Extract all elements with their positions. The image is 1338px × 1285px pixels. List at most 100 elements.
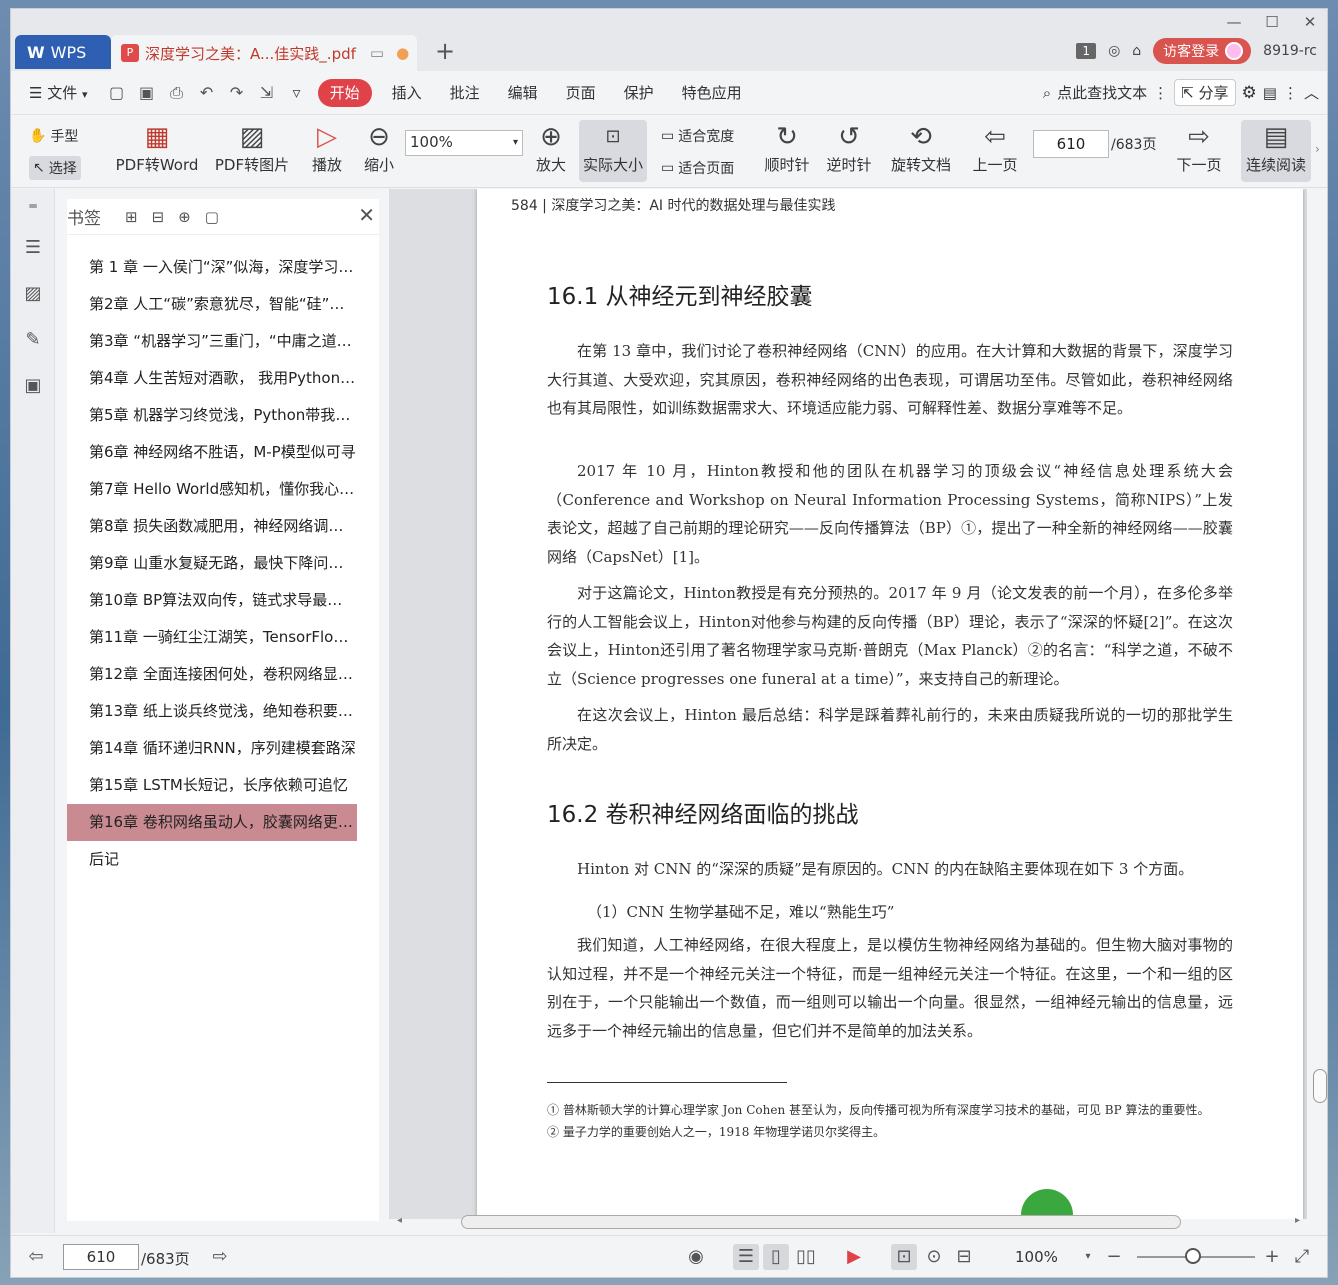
fit-width-button[interactable]: ▭ 适合宽度 [661,126,734,146]
actual-size-status-icon[interactable]: ⊡ [891,1244,917,1270]
rotate-clockwise-button[interactable]: ↻ 顺时针 [759,120,815,175]
more-vertical-icon[interactable]: ⋮ [1153,84,1168,102]
vertical-scrollbar[interactable] [1313,1069,1327,1103]
add-bookmark-icon[interactable]: ⊕ [178,208,191,226]
skin-icon[interactable]: ⌂ [1132,43,1141,59]
find-text-box[interactable]: ⌕ 点此查找文本 ⋮ ⇱ 分享 ⚙ ▤ ⋮ ︿ [1043,79,1327,106]
tab-start[interactable]: 开始 [317,78,372,107]
share-button[interactable]: ⇱ 分享 [1174,79,1236,106]
bookmark-item[interactable]: 第14章 循环递归RNN，序列建模套路深 [67,730,357,767]
play-slideshow-icon[interactable]: ▶ [841,1244,867,1270]
page-number-input[interactable]: 610 [1033,130,1109,158]
attachment-icon[interactable]: ▣ [21,375,45,399]
continuous-mode-icon[interactable]: ☰ [733,1244,759,1270]
status-page-input[interactable]: 610 [63,1244,139,1270]
tab-annotate[interactable]: 批注 [436,79,494,107]
single-page-icon[interactable]: ▯ [763,1244,789,1270]
hscroll-right-arrow-icon[interactable]: ▸ [1295,1215,1300,1226]
file-menu[interactable]: ☰ 文件 ▾ [11,79,102,107]
pdf-to-word-button[interactable]: ▦ PDF转Word [111,120,203,175]
guest-login-button[interactable]: 访客登录 [1153,38,1252,64]
wps-home-tab[interactable]: W WPS [15,35,111,69]
close-window-icon[interactable]: ✕ [1297,13,1323,33]
zoom-select[interactable]: 100% ▾ [405,130,523,156]
pdf-to-image-button[interactable]: ▨ PDF转图片 [211,120,293,175]
redo-icon[interactable]: ↷ [222,83,252,102]
eye-protection-icon[interactable]: ◉ [683,1244,709,1270]
bookmark-item[interactable]: 第9章 山重水复疑无路，最快下降问梯度 [67,545,357,582]
two-page-icon[interactable]: ▯▯ [793,1244,819,1270]
expand-all-icon[interactable]: ⊞ [125,208,138,226]
print-icon[interactable]: ⎙ [162,83,192,103]
bookmark-item[interactable]: 第16章 卷积网络虽动人，胶囊网络更传“... [67,804,357,841]
close-icon[interactable]: ✕ [358,203,375,227]
fit-width-status-icon[interactable]: ⊟ [951,1244,977,1270]
zoom-in-button[interactable]: ⊕ 放大 [531,120,571,175]
monitor-icon[interactable]: ▭ [370,44,384,62]
bookmark-item[interactable]: 第13章 纸上谈兵终觉浅，绝知卷积要编程 [67,693,357,730]
bookmark-item[interactable]: 第12章 全面连接困何处，卷积网络显神威 [67,656,357,693]
document-view[interactable]: 584 | 深度学习之美：AI 时代的数据处理与最佳实践 16.1 从神经元到神… [389,189,1307,1219]
minimize-icon[interactable]: — [1221,13,1247,33]
bookmark-list-icon[interactable]: ☰ [21,237,45,261]
annotation-icon[interactable]: ✎ [21,329,45,353]
prev-page-arrow-icon[interactable]: ⇦ [23,1244,49,1270]
previous-page-button[interactable]: ⇦ 上一页 [969,120,1021,175]
bookmark-item[interactable]: 第8章 损失函数减肥用，神经网络调权重 [67,508,357,545]
zoom-minus-icon[interactable]: − [1101,1244,1127,1270]
maximize-icon[interactable]: ☐ [1259,13,1285,33]
zoom-dropdown-icon[interactable]: ▾ [1075,1244,1101,1270]
comment-icon[interactable]: ▤ [1263,84,1277,102]
window-count-badge[interactable]: 1 [1076,43,1097,59]
horizontal-scrollbar[interactable] [461,1215,1181,1229]
fit-page-status-icon[interactable]: ⊙ [921,1244,947,1270]
bookmark-item[interactable]: 后记 [67,841,357,878]
continuous-reading-button[interactable]: ▤ 连续阅读 [1241,120,1311,182]
bookmark-item[interactable]: 第7章 Hello World感知机，懂你我心才... [67,471,357,508]
next-page-button[interactable]: ⇨ 下一页 [1173,120,1225,175]
bookmark-item[interactable]: 第10章 BP算法双向传，链式求导最缠绵 [67,582,357,619]
zoom-slider-handle[interactable] [1185,1248,1201,1264]
bookmark-item[interactable]: 第3章 “机器学习”三重门，“中庸之道”趋... [67,323,357,360]
next-page-arrow-icon[interactable]: ⇨ [207,1244,233,1270]
tab-special[interactable]: 特色应用 [668,79,756,107]
save-icon[interactable]: ▣ [132,83,162,102]
tab-page[interactable]: 页面 [552,79,610,107]
fullscreen-icon[interactable]: ⤢ [1289,1244,1315,1270]
rotate-counterclockwise-button[interactable]: ↺ 逆时针 [821,120,877,175]
actual-size-button[interactable]: ⊡ 实际大小 [579,120,647,182]
collapse-all-icon[interactable]: ⊟ [152,208,165,226]
bookmark-item[interactable]: 第15章 LSTM长短记，长序依赖可追忆 [67,767,357,804]
collapse-ribbon-icon[interactable]: ︿ [1304,82,1319,103]
bookmark-item[interactable]: 第11章 一骑红尘江湖笑，TensorFlow谷... [67,619,357,656]
select-tool-button[interactable]: ↖ 选择 [29,156,81,180]
undo-icon[interactable]: ↶ [192,83,222,102]
status-zoom-value[interactable]: 100% [1015,1248,1058,1266]
document-tab[interactable]: P 深度学习之美：A...佳实践_.pdf ▭ ● [111,35,417,71]
cloud-icon[interactable]: ◎ [1108,43,1120,59]
zoom-plus-icon[interactable]: + [1259,1244,1285,1270]
gear-icon[interactable]: ⚙ [1242,83,1257,103]
bookmark-item[interactable]: 第2章 人工“碳”索意犹尽，智能“硅”来未... [67,286,357,323]
zoom-out-button[interactable]: ⊖ 缩小 [359,120,399,175]
more-options-icon[interactable]: ⋮ [1283,84,1298,102]
toolbar-scroll-right-icon[interactable]: › [1315,142,1320,156]
more-quick-icon[interactable]: ▿ [282,83,312,102]
new-tab-button[interactable]: + [435,37,455,65]
tab-protect[interactable]: 保护 [610,79,668,107]
tab-insert[interactable]: 插入 [378,79,436,107]
rotate-document-button[interactable]: ⟲ 旋转文档 [885,120,957,175]
tab-edit[interactable]: 编辑 [494,79,552,107]
bookmark-item[interactable]: 第 1 章 一入侯门“深”似海，深度学习深几许 [67,249,357,286]
thumbnail-icon[interactable]: ▨ [21,283,45,307]
rail-collapse-icon[interactable]: ═ [21,199,45,223]
bookmark-item[interactable]: 第5章 机器学习终觉浅，Python带我来... [67,397,357,434]
bookmark-item[interactable]: 第4章 人生苦短对酒歌， 我用Python乐... [67,360,357,397]
export-icon[interactable]: ⇲ [252,83,282,102]
bookmark-options-icon[interactable]: ▢ [205,208,219,226]
play-button[interactable]: ▷ 播放 [305,120,349,175]
hscroll-left-arrow-icon[interactable]: ◂ [397,1215,402,1226]
hand-tool-button[interactable]: ✋ 手型 [29,126,78,146]
bookmark-item[interactable]: 第6章 神经网络不胜语，M-P模型似可寻 [67,434,357,471]
open-icon[interactable]: ▢ [102,83,132,102]
